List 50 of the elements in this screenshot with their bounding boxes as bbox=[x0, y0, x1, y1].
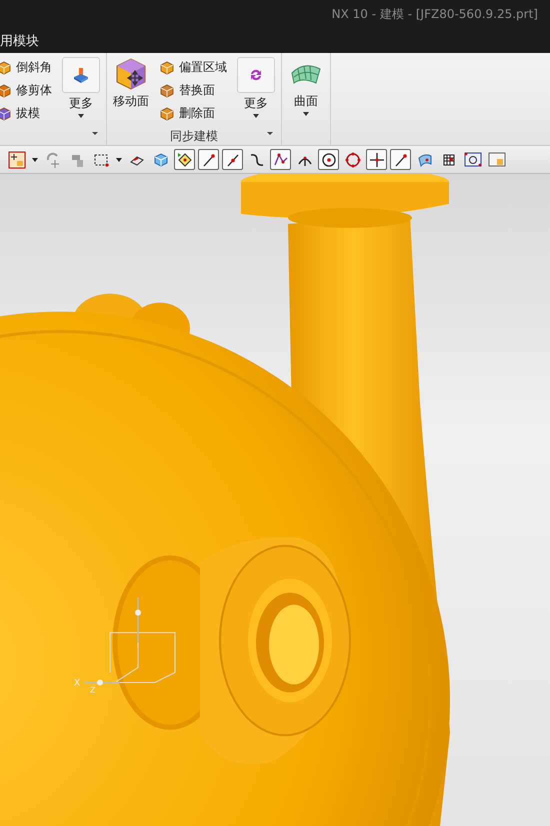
caret-icon bbox=[32, 158, 38, 162]
crosshair-icon bbox=[368, 152, 384, 168]
feature-icon bbox=[159, 60, 175, 76]
cube-icon bbox=[152, 152, 168, 168]
toolbar-button[interactable] bbox=[270, 149, 291, 170]
surface-point-icon bbox=[416, 152, 432, 168]
snap-points-icon bbox=[176, 152, 192, 168]
ribbon-command[interactable]: 偏置区域 bbox=[159, 57, 227, 78]
window-title: NX 10 - 建模 - [JFZ80-560.9.25.prt] bbox=[332, 6, 538, 22]
feature-icon bbox=[0, 106, 12, 122]
grid-icon bbox=[440, 152, 456, 168]
menu-item[interactable]: 用模块 bbox=[0, 32, 39, 50]
toolbar-button[interactable] bbox=[174, 149, 195, 170]
feature-icon bbox=[0, 60, 12, 76]
ribbon-command[interactable]: 替换面 bbox=[159, 80, 227, 101]
circle-quadrant-icon bbox=[344, 152, 360, 168]
launcher-icon[interactable] bbox=[92, 132, 98, 135]
toolbar-button[interactable] bbox=[366, 149, 387, 170]
ribbon-command[interactable]: 曲面 bbox=[286, 57, 326, 127]
sync-arrows-icon bbox=[248, 67, 264, 83]
box-select-icon bbox=[92, 152, 108, 168]
stamp-icon bbox=[72, 66, 90, 84]
caret-icon bbox=[116, 158, 122, 162]
ribbon-command[interactable]: 倒斜角 bbox=[0, 57, 52, 78]
ribbon-command[interactable]: 删除面 bbox=[159, 103, 227, 124]
feature-icon bbox=[0, 82, 12, 98]
group-title: 同步建模 bbox=[170, 128, 218, 144]
launcher-icon[interactable] bbox=[267, 132, 273, 135]
snap-icon bbox=[8, 150, 26, 168]
polyline-icon bbox=[272, 152, 288, 168]
feature-icon bbox=[159, 106, 175, 122]
ribbon-command[interactable]: 移动面 bbox=[111, 57, 151, 127]
rotate-icon bbox=[44, 152, 60, 168]
image-view-icon bbox=[488, 152, 506, 168]
axis-label: X bbox=[74, 678, 80, 688]
ribbon-command[interactable]: 修剪体 bbox=[0, 80, 52, 101]
curve-icon bbox=[248, 152, 264, 168]
toolbar-button[interactable] bbox=[198, 149, 219, 170]
feature-icon bbox=[159, 82, 175, 98]
ribbon-command[interactable]: 更多 bbox=[60, 57, 102, 127]
ribbon-command[interactable]: 更多 bbox=[235, 57, 277, 127]
toolbar-button[interactable] bbox=[6, 149, 27, 170]
toolbar-button[interactable] bbox=[318, 149, 339, 170]
line-end-icon bbox=[200, 152, 216, 168]
circle-center-icon bbox=[320, 152, 336, 168]
view-fit-icon bbox=[464, 152, 482, 168]
ribbon-command[interactable]: 拔模 bbox=[0, 103, 52, 124]
toolbar-button[interactable] bbox=[222, 149, 243, 170]
line-end-icon bbox=[392, 152, 408, 168]
toolbar-button[interactable] bbox=[390, 149, 411, 170]
